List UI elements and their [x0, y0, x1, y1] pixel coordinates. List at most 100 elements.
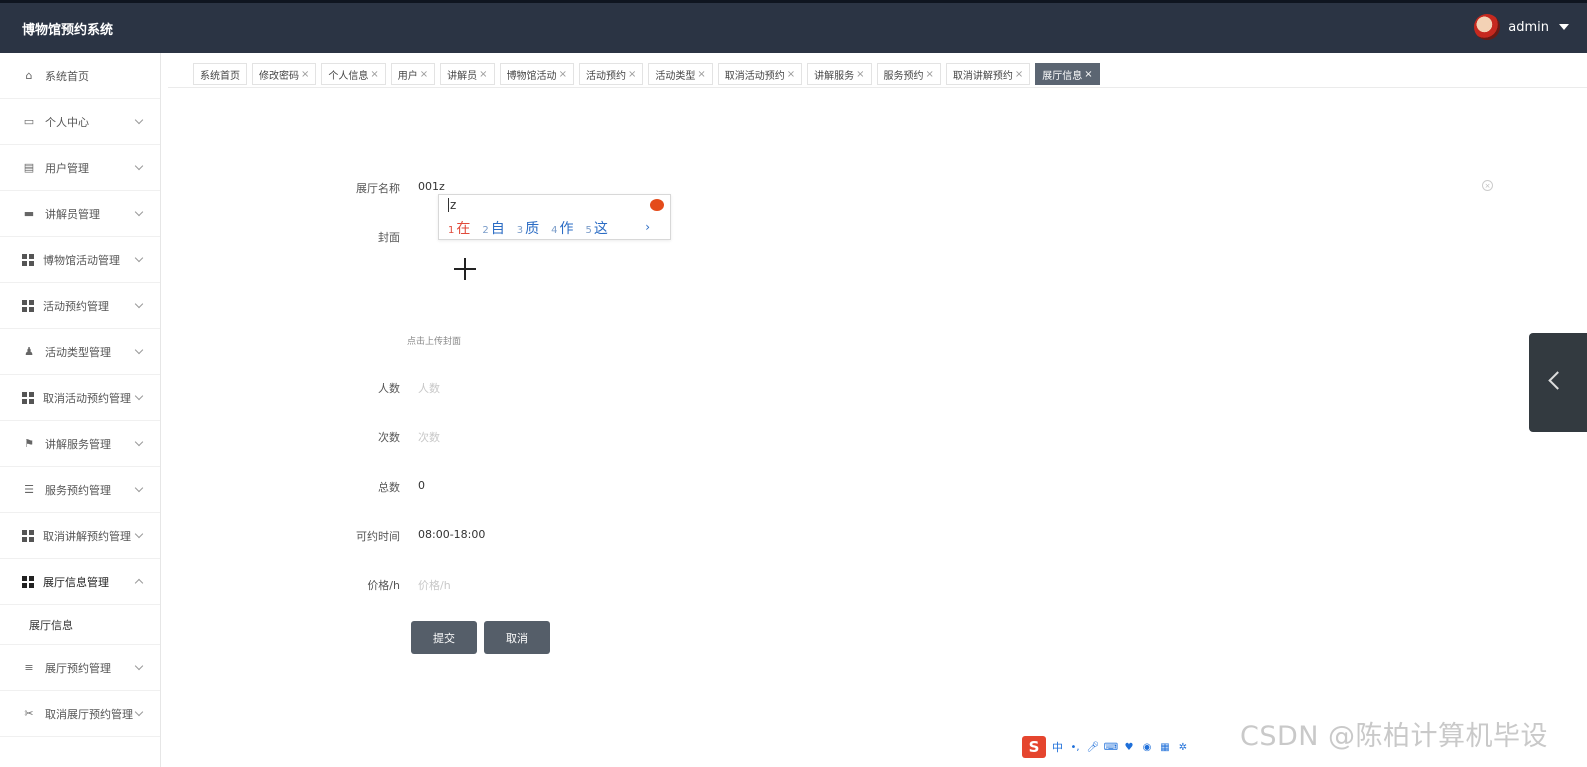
- sogou-logo-icon[interactable]: S: [1022, 736, 1046, 758]
- sidebar-item-home[interactable]: ⌂ 系统首页: [0, 53, 160, 99]
- caret-down-icon[interactable]: [1559, 24, 1569, 30]
- ime-candidate[interactable]: 2自: [482, 218, 504, 238]
- sidebar-item-label: 取消活动预约管理: [43, 391, 131, 405]
- skin-icon[interactable]: ♥: [1123, 741, 1135, 753]
- close-icon[interactable]: ×: [926, 69, 934, 80]
- close-icon[interactable]: ×: [301, 69, 309, 80]
- sidebar-item-personal-center[interactable]: ▭ 个人中心: [0, 99, 160, 145]
- sidebar-item-cancel-hall-bookings[interactable]: ✂ 取消展厅预约管理: [0, 691, 160, 737]
- clear-icon[interactable]: ×: [1482, 180, 1493, 191]
- close-icon[interactable]: ×: [370, 69, 378, 80]
- ime-candidate[interactable]: 5这: [586, 218, 608, 238]
- grid-icon: [22, 253, 34, 266]
- people-input[interactable]: 人数: [418, 380, 440, 396]
- sidebar-item-hall-info[interactable]: 展厅信息管理: [0, 559, 160, 605]
- home-icon: ⌂: [25, 69, 33, 82]
- submit-button[interactable]: 提交: [411, 621, 477, 654]
- sidebar-item-service-bookings[interactable]: ☰ 服务预约管理: [0, 467, 160, 513]
- sidebar-item-museum-activities[interactable]: 博物馆活动管理: [0, 237, 160, 283]
- ime-candidate[interactable]: 1在: [448, 218, 470, 238]
- cover-upload-hint[interactable]: 点击上传封面: [407, 334, 461, 347]
- tab-item[interactable]: 用户 ×: [390, 63, 436, 85]
- sidebar-item-label: 取消展厅预约管理: [45, 707, 133, 721]
- close-icon[interactable]: ×: [1084, 69, 1092, 80]
- ime-candidate[interactable]: 4作: [551, 218, 573, 238]
- tab-item[interactable]: 活动类型 ×: [648, 63, 713, 85]
- close-icon[interactable]: ×: [420, 69, 428, 80]
- sidebar-item-label: 系统首页: [45, 69, 89, 83]
- tab-item[interactable]: 服务预约 ×: [876, 63, 941, 85]
- sidebar-item-cancel-guide-bookings[interactable]: 取消讲解预约管理: [0, 513, 160, 559]
- robot-icon[interactable]: ◉: [1141, 741, 1153, 753]
- hall-name-input[interactable]: 001z: [418, 180, 445, 193]
- close-icon[interactable]: ×: [479, 69, 487, 80]
- cancel-button[interactable]: 取消: [484, 621, 550, 654]
- tab-label: 展厅信息: [1042, 70, 1083, 82]
- upload-plus-icon[interactable]: [454, 258, 476, 280]
- ime-candidates: 1在 2自 3质 4作 5这: [448, 218, 608, 238]
- microphone-icon[interactable]: 🎤︎: [1087, 741, 1100, 753]
- settings-icon[interactable]: ✲: [1177, 741, 1189, 753]
- sidebar-item-hall-bookings[interactable]: ≡ 展厅预约管理: [0, 645, 160, 691]
- user-name[interactable]: admin: [1508, 20, 1549, 35]
- tab-item[interactable]: 取消活动预约 ×: [717, 63, 803, 85]
- close-icon[interactable]: ×: [697, 69, 705, 80]
- tab-item[interactable]: 讲解员 ×: [440, 63, 495, 85]
- sidebar-item-label: 个人中心: [45, 115, 89, 129]
- sidebar: ⌂ 系统首页 ▭ 个人中心 ▤ 用户管理 ▬ 讲解员管理 博物馆活动管理 活动预…: [0, 53, 161, 767]
- sidebar-item-activity-bookings[interactable]: 活动预约管理: [0, 283, 160, 329]
- sidebar-item-activity-types[interactable]: ♟ 活动类型管理: [0, 329, 160, 375]
- top-navbar: 博物馆预约系统 admin: [0, 0, 1587, 53]
- tab-item[interactable]: 系统首页: [193, 63, 247, 85]
- submenu-item-hall-info[interactable]: 展厅信息: [0, 605, 160, 645]
- tab-item[interactable]: 博物馆活动 ×: [499, 63, 574, 85]
- sidebar-item-cancel-activity-bookings[interactable]: 取消活动预约管理: [0, 375, 160, 421]
- tab-item[interactable]: 取消讲解预约 ×: [945, 63, 1031, 85]
- user-menu[interactable]: admin: [1474, 14, 1569, 40]
- people-label: 人数: [378, 382, 400, 395]
- chevron-down-icon: [134, 161, 144, 171]
- chevron-down-icon: [134, 253, 144, 263]
- ime-next-page-icon[interactable]: ›: [645, 220, 650, 234]
- close-icon[interactable]: ×: [559, 69, 567, 80]
- app-title: 博物馆预约系统: [22, 23, 114, 38]
- ime-candidate[interactable]: 3质: [517, 218, 539, 238]
- cover-label: 封面: [378, 231, 400, 244]
- close-icon[interactable]: ×: [856, 69, 864, 80]
- ime-toolbar: S 中 •, 🎤︎ ⌨ ♥ ◉ ▦ ✲: [1019, 734, 1207, 760]
- tab-label: 个人信息: [328, 70, 369, 82]
- tab-item[interactable]: 讲解服务 ×: [807, 63, 872, 85]
- total-input[interactable]: 0: [418, 479, 425, 492]
- chevron-down-icon: [134, 299, 144, 309]
- sidebar-item-label: 博物馆活动管理: [43, 253, 120, 267]
- side-panel-toggle[interactable]: [1529, 333, 1587, 432]
- apps-icon[interactable]: ▦: [1159, 741, 1171, 753]
- tab-item[interactable]: 个人信息 ×: [321, 63, 386, 85]
- keyboard-icon[interactable]: ⌨: [1104, 741, 1118, 753]
- available-time-input[interactable]: 08:00-18:00: [418, 528, 485, 541]
- times-input[interactable]: 次数: [418, 429, 440, 445]
- tab-label: 服务预约: [883, 70, 924, 82]
- times-label: 次数: [378, 431, 400, 444]
- price-input[interactable]: 价格/h: [418, 577, 451, 593]
- sliders-icon: ☰: [24, 483, 34, 496]
- close-icon[interactable]: ×: [787, 69, 795, 80]
- close-icon[interactable]: ×: [628, 69, 636, 80]
- close-icon[interactable]: ×: [1015, 69, 1023, 80]
- punctuation-icon[interactable]: •,: [1069, 741, 1081, 753]
- sidebar-item-label: 展厅预约管理: [45, 661, 111, 675]
- sidebar-item-guides[interactable]: ▬ 讲解员管理: [0, 191, 160, 237]
- ime-mode-toggle[interactable]: 中: [1052, 739, 1063, 755]
- tab-item[interactable]: 修改密码 ×: [252, 63, 317, 85]
- tab-item[interactable]: 活动预约 ×: [578, 63, 644, 85]
- sidebar-item-label: 活动类型管理: [45, 345, 111, 359]
- chevron-down-icon: [134, 437, 144, 447]
- flag-icon: ⚑: [24, 437, 34, 450]
- ime-candidate-popup: z 1在 2自 3质 4作 5这 ›: [438, 194, 671, 240]
- sidebar-item-label: 讲解服务管理: [45, 437, 111, 451]
- avatar[interactable]: [1474, 14, 1501, 40]
- tab-item[interactable]: 展厅信息 ×: [1035, 63, 1100, 85]
- sidebar-item-users[interactable]: ▤ 用户管理: [0, 145, 160, 191]
- sidebar-item-guide-services[interactable]: ⚑ 讲解服务管理: [0, 421, 160, 467]
- chevron-down-icon: [134, 707, 144, 717]
